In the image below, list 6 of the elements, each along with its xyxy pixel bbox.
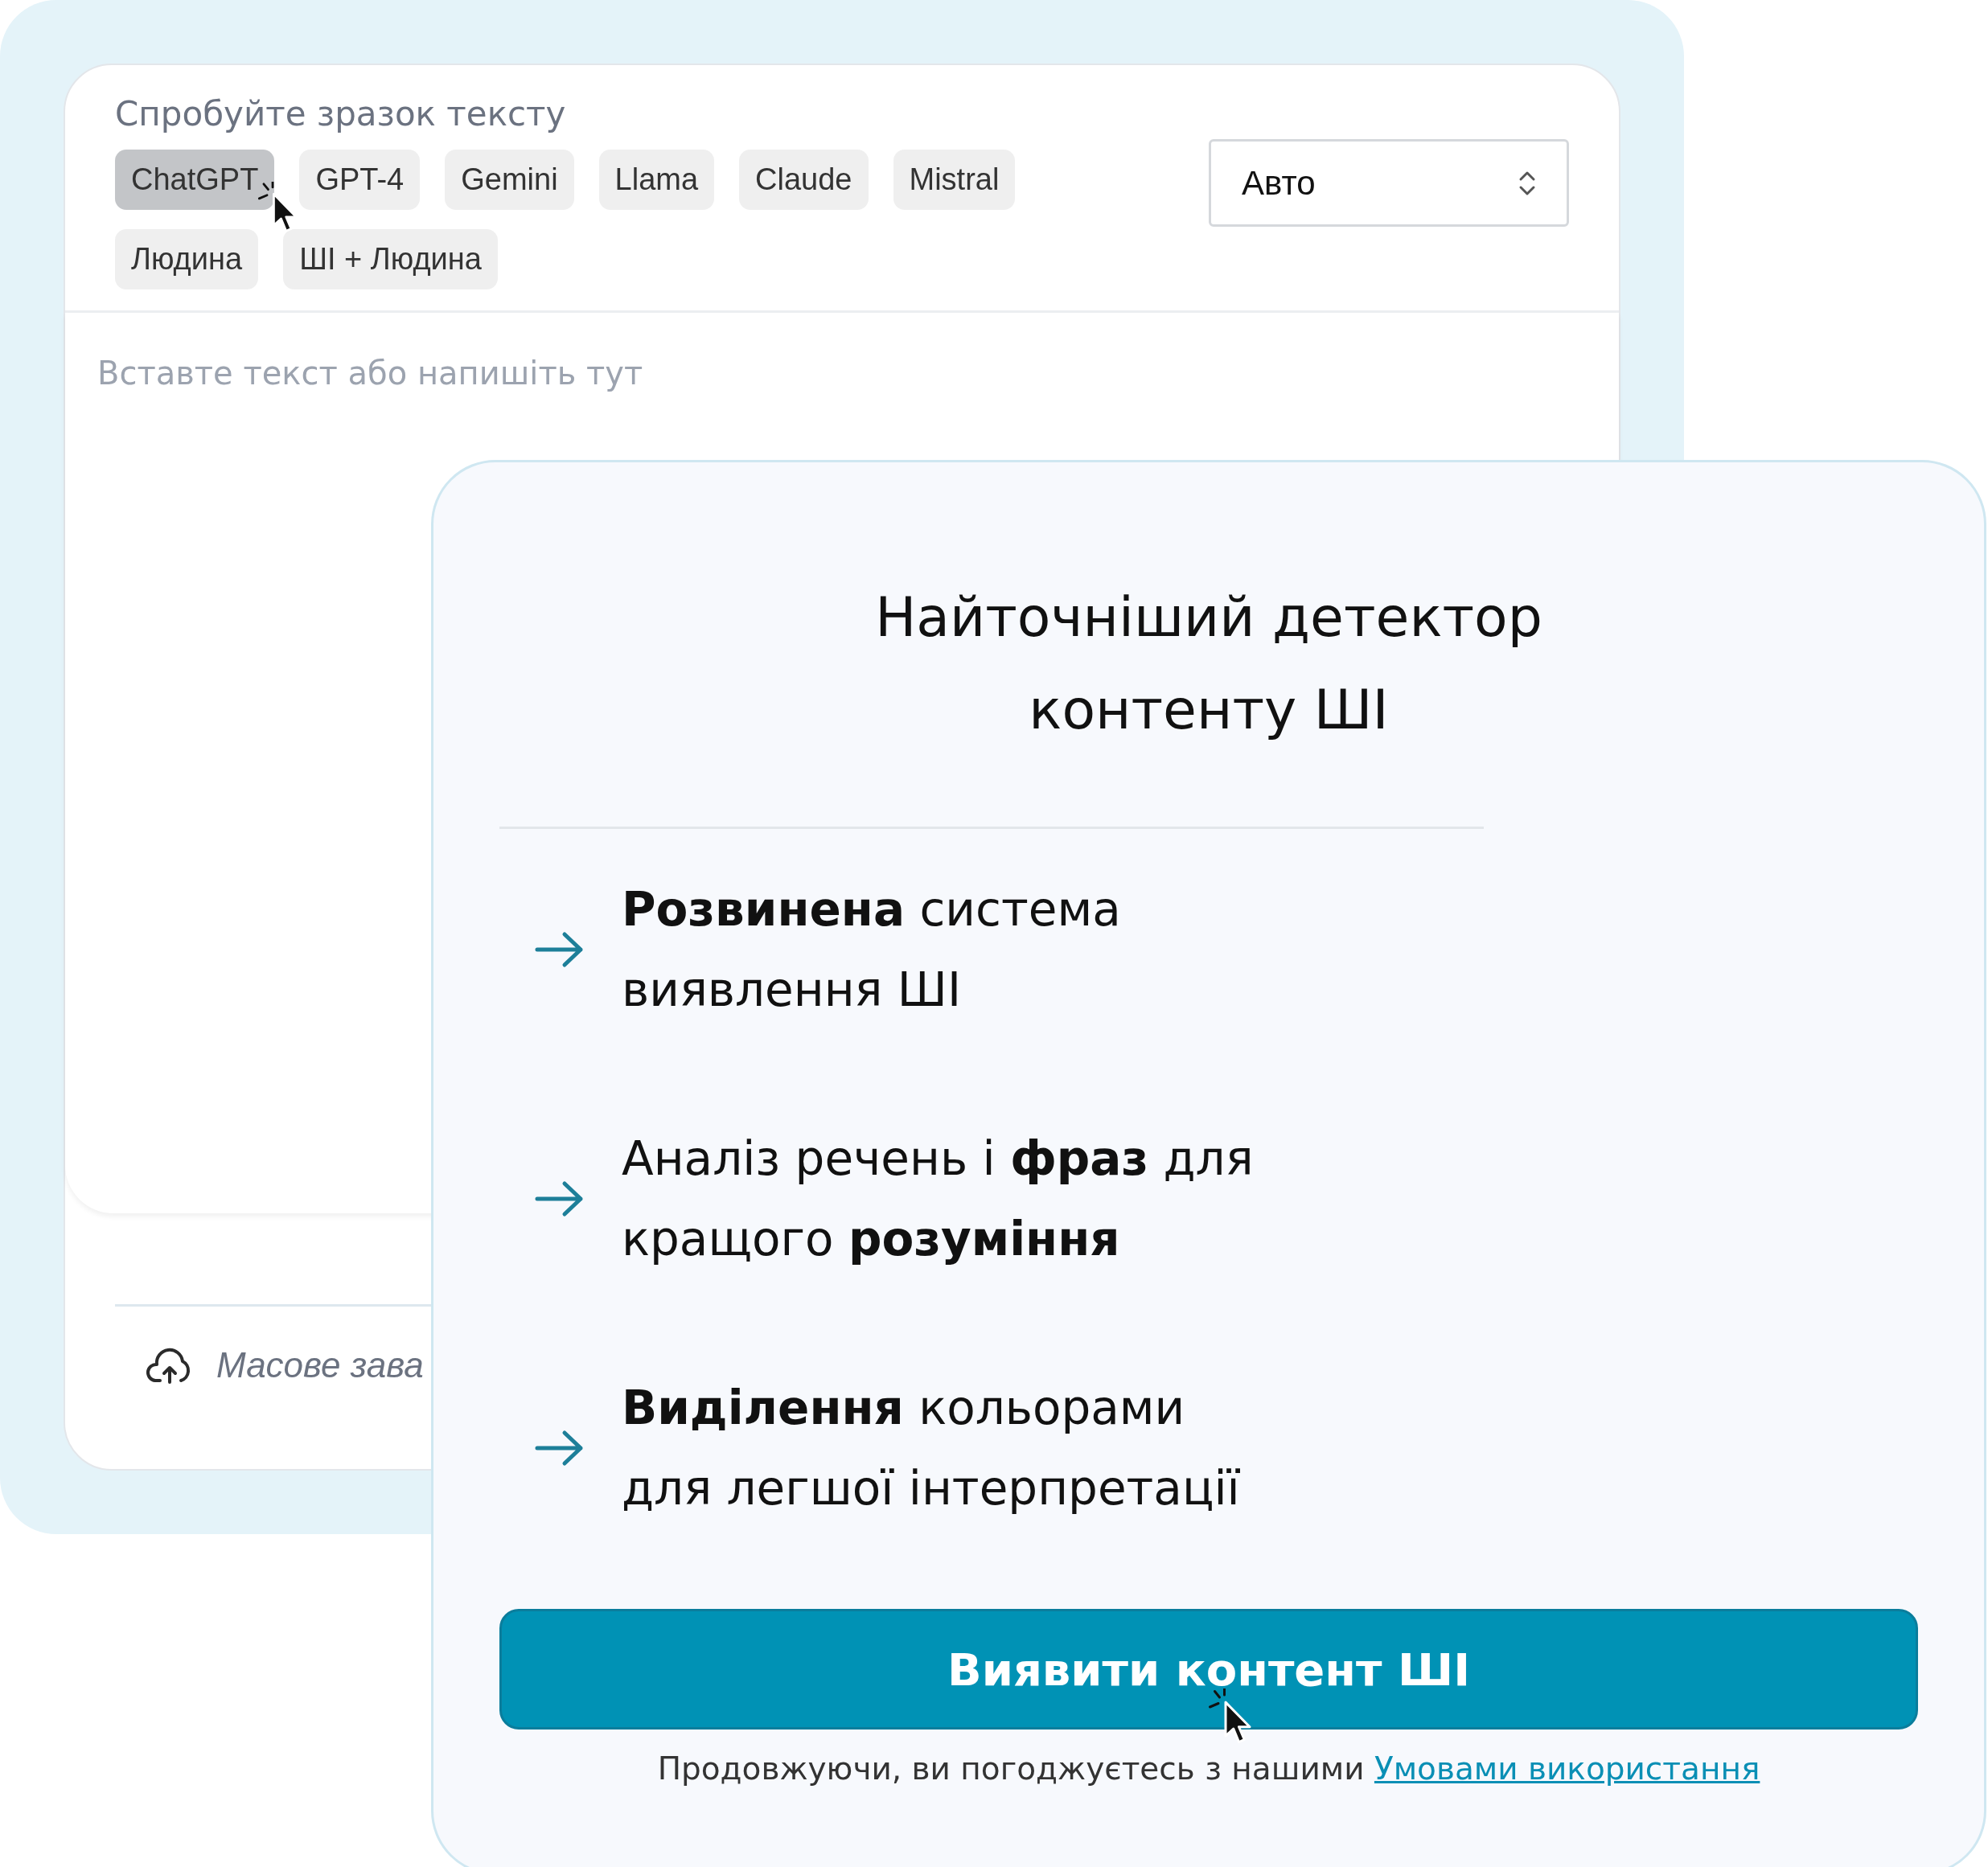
terms-text: Продовжуючи, ви погоджуєтесь з нашими Умовами використання: [656, 1750, 1761, 1787]
feature-text: Аналіз речень і фраз для кращого розуміння: [622, 1130, 1255, 1268]
promo-title: Найточніший детектор контенту ШІ: [874, 585, 1543, 743]
sample-label: Спробуйте зразок тексту: [115, 94, 566, 133]
feature-text: Розвинена система виявлення ШІ: [622, 881, 1122, 1019]
feature-text: Виділення кольорами для легшої інтерпретації: [622, 1380, 1241, 1517]
